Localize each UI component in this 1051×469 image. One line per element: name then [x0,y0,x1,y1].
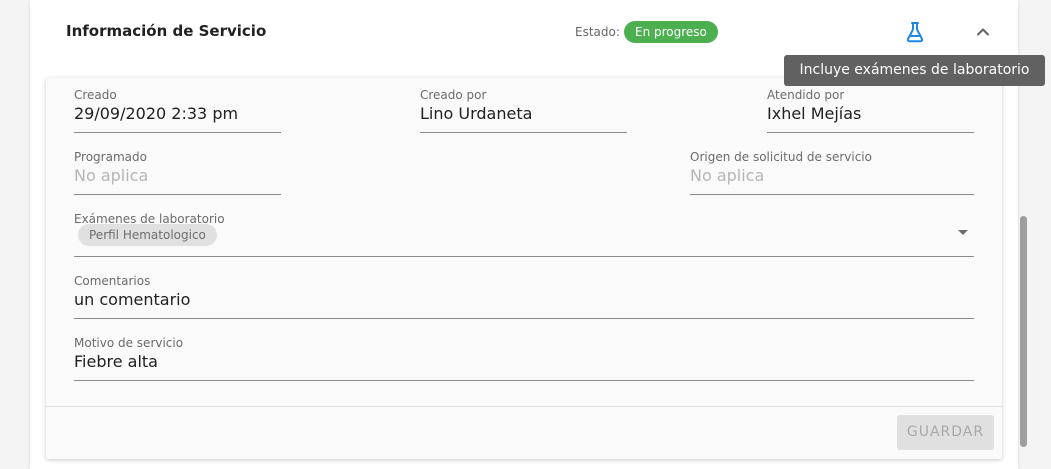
actions-divider [46,406,1002,407]
lab-exam-chip: Perfil Hematologico [78,224,217,246]
atendido-por-value: Ixhel Mejías [767,104,862,123]
motivo-field[interactable]: Motivo de servicio Fiebre alta [74,336,974,381]
service-details-panel: Creado 29/09/2020 2:33 pm Creado por Lin… [46,78,1002,459]
creado-field: Creado 29/09/2020 2:33 pm [74,88,281,133]
creado-label: Creado [74,88,117,102]
origen-label: Origen de solicitud de servicio [690,150,872,164]
origen-field: Origen de solicitud de servicio No aplic… [690,150,974,195]
creado-value: 29/09/2020 2:33 pm [74,104,239,123]
atendido-por-label: Atendido por [767,88,845,102]
lab-exams-tooltip: Incluye exámenes de laboratorio [784,55,1045,86]
origen-value: No aplica [690,166,765,185]
flask-icon[interactable] [903,20,927,44]
examenes-select[interactable]: Exámenes de laboratorio Perfil Hematolog… [74,212,974,257]
comentarios-value: un comentario [74,290,191,309]
programado-value: No aplica [74,166,149,185]
comentarios-field[interactable]: Comentarios un comentario [74,274,974,319]
status-label: Estado: [575,25,620,39]
section-title: Información de Servicio [66,22,267,40]
chevron-up-icon[interactable] [971,20,995,44]
save-button[interactable]: GUARDAR [897,415,994,450]
dropdown-arrow-icon[interactable] [958,230,968,235]
status-badge: En progreso [624,21,718,43]
motivo-value: Fiebre alta [74,352,158,371]
programado-label: Programado [74,150,147,164]
programado-field: Programado No aplica [74,150,281,195]
atendido-por-field: Atendido por Ixhel Mejías [767,88,974,133]
comentarios-label: Comentarios [74,274,151,288]
motivo-label: Motivo de servicio [74,336,184,350]
creado-por-label: Creado por [420,88,487,102]
scrollbar-thumb[interactable] [1020,216,1027,447]
creado-por-value: Lino Urdaneta [420,104,533,123]
creado-por-field: Creado por Lino Urdaneta [420,88,627,133]
